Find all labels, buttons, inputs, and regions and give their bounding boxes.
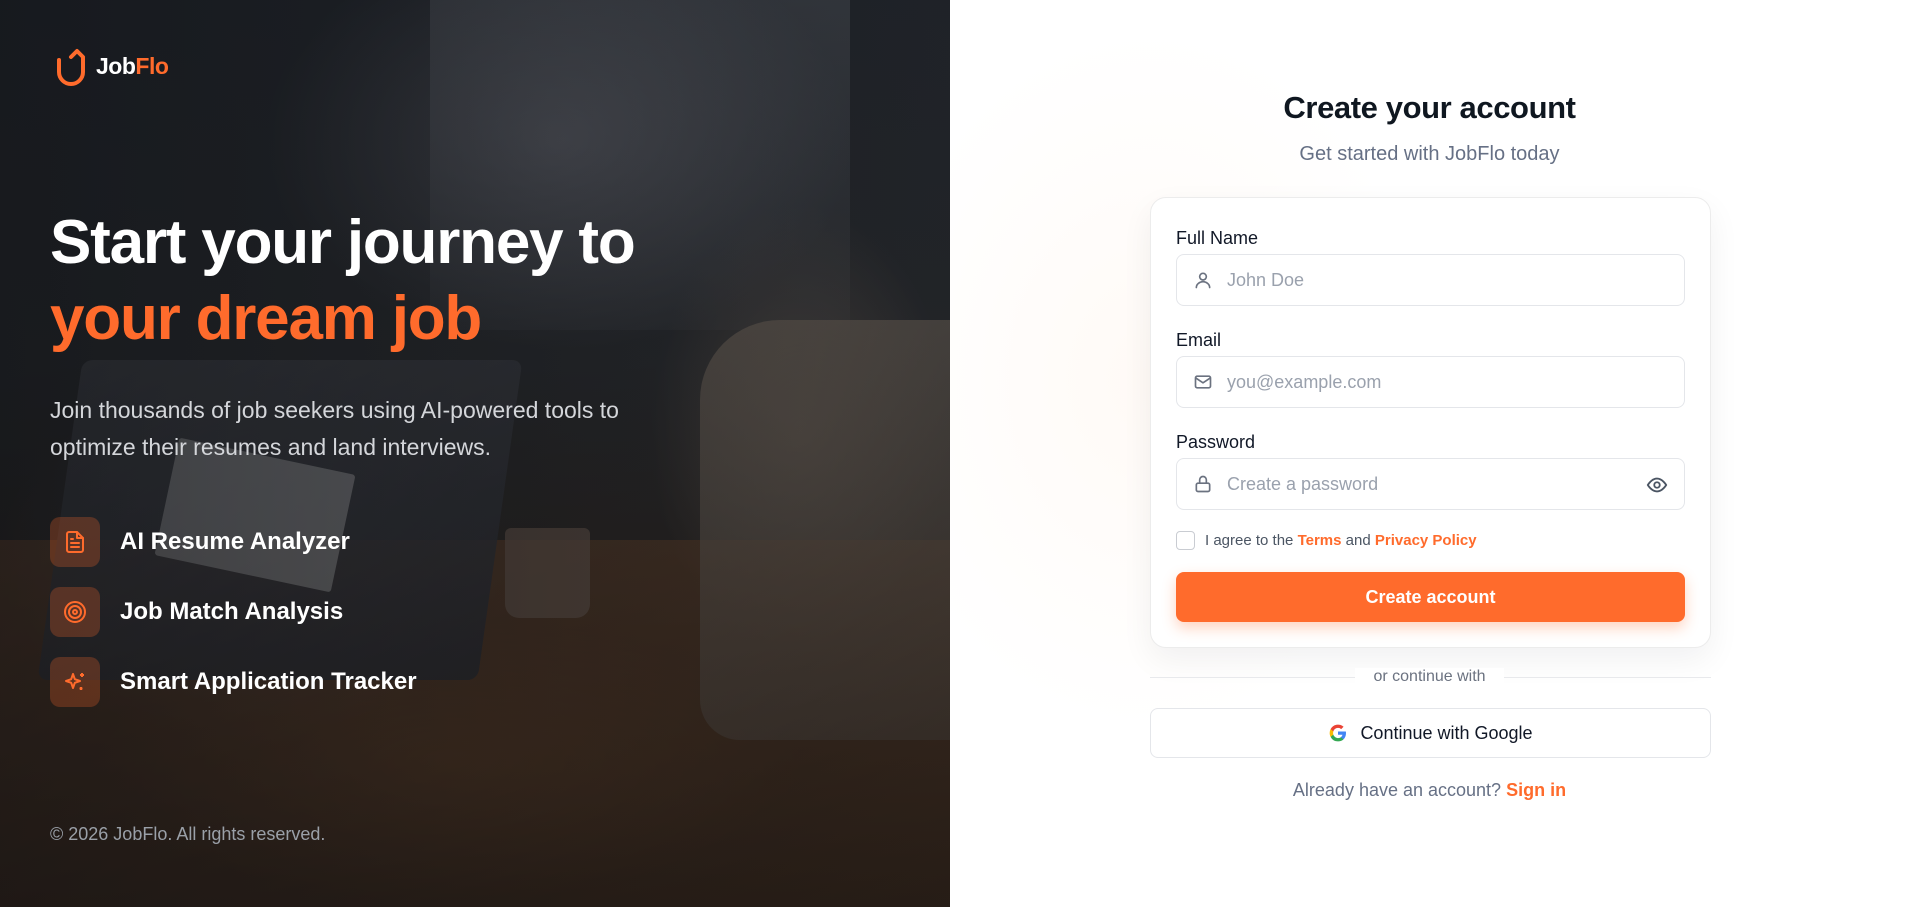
google-signin-button[interactable]: Continue with Google — [1150, 708, 1711, 758]
signup-panel: Create your account Get started with Job… — [950, 0, 1909, 907]
hero-panel: JobFlo Start your journey to your dream … — [0, 0, 950, 907]
divider-label: or continue with — [1355, 668, 1504, 685]
mail-icon — [1194, 375, 1212, 389]
google-icon — [1330, 724, 1347, 742]
terms-text: I agree to the Terms and Privacy Policy — [1205, 532, 1477, 549]
terms-prefix: I agree to the — [1205, 532, 1294, 549]
brand-name-suffix: Flo — [135, 52, 169, 79]
email-field — [1176, 356, 1685, 408]
copyright-text: © 2026 JobFlo. All rights reserved. — [50, 824, 326, 844]
signin-link[interactable]: Sign in — [1506, 780, 1566, 800]
google-button-label: Continue with Google — [1360, 722, 1533, 743]
target-icon — [50, 587, 100, 637]
form-title: Create your account — [1283, 90, 1576, 125]
hero-subtitle: Join thousands of job seekers using AI-p… — [50, 397, 619, 460]
brand-name: JobFlo — [96, 52, 169, 80]
hero-title-line1: Start your journey to — [50, 208, 636, 277]
feature-label: AI Resume Analyzer — [120, 528, 350, 555]
sparkles-icon — [50, 657, 100, 707]
create-account-button[interactable]: Create account — [1176, 572, 1685, 622]
signin-prompt: Already have an account? Sign in — [950, 780, 1909, 801]
lock-icon — [1195, 475, 1211, 493]
full-name-field — [1176, 254, 1685, 306]
terms-checkbox[interactable] — [1176, 531, 1195, 550]
feature-item: Smart Application Tracker — [50, 657, 417, 707]
feature-label: Smart Application Tracker — [120, 668, 417, 695]
document-icon — [50, 517, 100, 567]
feature-list: AI Resume Analyzer Job Match Analysis Sm… — [50, 517, 417, 727]
terms-and: and — [1345, 532, 1371, 549]
eye-icon[interactable] — [1646, 474, 1668, 496]
email-label: Email — [1176, 330, 1222, 350]
upload-arrow-icon — [57, 49, 85, 86]
signin-prompt-text: Already have an account? — [1292, 780, 1502, 800]
password-field — [1176, 458, 1685, 510]
full-name-label: Full Name — [1176, 228, 1259, 248]
hero-title: Start your journey to your dream job — [50, 205, 636, 357]
terms-link[interactable]: Terms — [1298, 532, 1342, 549]
privacy-policy-link[interactable]: Privacy Policy — [1375, 532, 1477, 549]
password-input[interactable] — [1227, 473, 1627, 495]
form-subtitle: Get started with JobFlo today — [1299, 143, 1560, 165]
terms-agreement: I agree to the Terms and Privacy Policy — [1176, 531, 1477, 550]
password-label: Password — [1176, 432, 1256, 452]
user-icon — [1195, 272, 1211, 289]
brand-name-prefix: Job — [96, 52, 136, 79]
divider-text: or continue with — [950, 668, 1909, 686]
hero-title-line2: your dream job — [50, 284, 482, 353]
feature-item: AI Resume Analyzer — [50, 517, 417, 567]
feature-item: Job Match Analysis — [50, 587, 417, 637]
brand-logo-link[interactable]: JobFlo — [54, 46, 169, 86]
signup-card: Full Name Email Password — [1150, 197, 1711, 648]
feature-label: Job Match Analysis — [120, 598, 344, 625]
email-input[interactable] — [1227, 371, 1627, 393]
full-name-input[interactable] — [1227, 269, 1627, 291]
